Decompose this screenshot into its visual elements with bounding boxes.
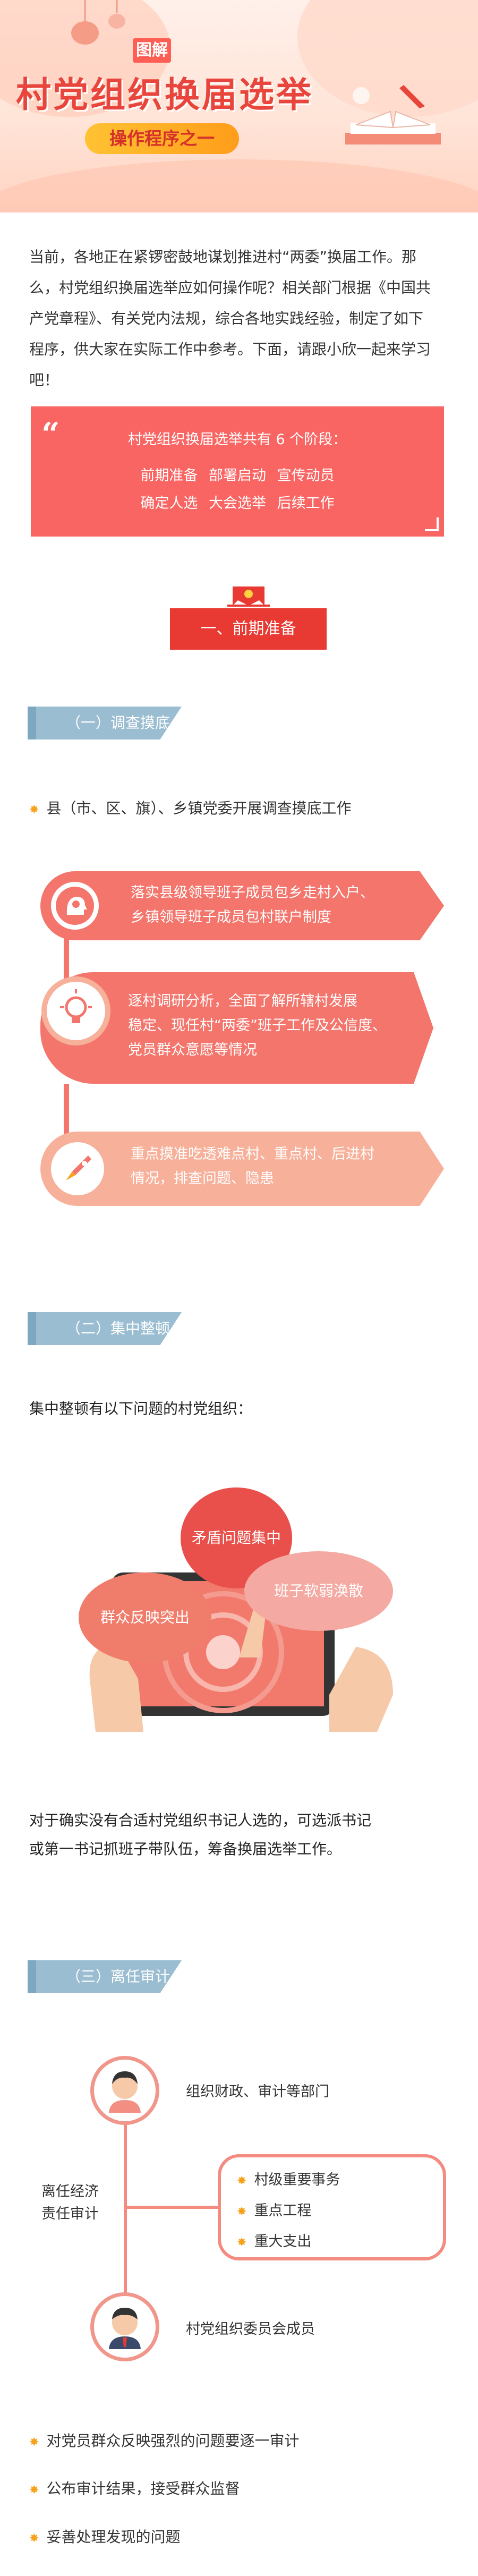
intro-line: 程序，供大家在实际工作中参考。下面，请跟小欣一起来学习 [29, 341, 431, 358]
intro-line: 吧！ [29, 371, 59, 389]
intro-line: 产党章程》、有关党内法规，综合各地实践经验，制定了如下 [29, 310, 424, 327]
audit-top-label: 组织财政、审计等部门 [186, 2084, 329, 2100]
section-header-prep: 一、前期准备 [170, 608, 327, 650]
intro-paragraph: 当前，各地正在紧锣密鼓地谋划推进村“两委”换届工作。那 么，村党组织换届选举应如… [29, 242, 454, 396]
subsection-tab-survey: （一）调查摸底 [28, 707, 182, 739]
party-emblem-icon [227, 586, 270, 607]
star-bullet-icon: ✸ [237, 2236, 247, 2249]
subsection-tab-audit: （三）离任审计 [28, 1960, 182, 1993]
audit-item: ✸ 村级重要事务 [237, 2172, 340, 2188]
gear-head-icon [46, 877, 104, 935]
subsection-tab-rectify: （二）集中整顿 [28, 1312, 182, 1345]
audit-connector [124, 2206, 219, 2209]
audit-left-label: 离任经济 责任审计 [41, 2183, 99, 2222]
rectify-paragraph: 对于确实没有合适村党组织书记人选的，可选派书记 或第一书记抓班子带队伍，筹备换届… [29, 1812, 372, 1858]
intro-line: 当前，各地正在紧锣密鼓地谋划推进村“两委”换届工作。那 [29, 248, 417, 266]
quote-corner-icon [425, 517, 439, 531]
audit-bullet: ✸ 公布审计结果，接受群众监督 [29, 2480, 240, 2497]
star-bullet-icon: ✸ [29, 2532, 39, 2545]
audit-item: ✸ 重点工程 [237, 2203, 312, 2219]
rectify-intro: 集中整顿有以下问题的村党组织： [29, 1400, 253, 1417]
star-bullet-icon: ✸ [29, 2436, 39, 2449]
stages-row: 确定人选 大会选举 后续工作 [140, 495, 335, 512]
audit-item: ✸ 重大支出 [237, 2233, 312, 2250]
banner-badge: 图解 [133, 38, 171, 63]
page-title: 村党组织换届选举 [16, 74, 313, 115]
stages-title: 村党组织换届选举共有 6 个阶段： [127, 431, 347, 448]
star-bullet-icon: ✸ [29, 803, 39, 817]
audit-items-box: ✸ 村级重要事务 ✸ 重点工程 ✸ 重大支出 [218, 2154, 446, 2260]
card-connector [64, 935, 69, 983]
committee-avatar [90, 2292, 159, 2361]
page-subtitle: 操作程序之一 [85, 123, 239, 154]
auditor-avatar [90, 2056, 159, 2125]
audit-bottom-label: 村党组织委员会成员 [186, 2321, 315, 2337]
cloud-complaints: 群众反映突出 [79, 1572, 211, 1663]
intro-line: 么，村党组织换届选举应如何操作呢？相关部门根据《中国共 [29, 279, 431, 296]
audit-bullet: ✸ 对党员群众反映强烈的问题要逐一审计 [29, 2432, 300, 2450]
stages-quote-box: “ 村党组织换届选举共有 6 个阶段： 前期准备 部署启动 宣传动员 确定人选 … [31, 406, 444, 537]
stages-row: 前期准备 部署启动 宣传动员 [140, 467, 335, 484]
lightbulb-icon [41, 976, 110, 1045]
cloud-weak-team: 班子软弱涣散 [244, 1551, 393, 1631]
audit-bullet: ✸ 妥善处理发现的问题 [29, 2528, 181, 2546]
star-bullet-icon: ✸ [29, 2484, 39, 2497]
open-book-icon [345, 85, 441, 144]
banner-bg-blob [0, 159, 478, 212]
lantern-decoration-icon [71, 0, 125, 45]
star-bullet-icon: ✸ [237, 2205, 247, 2218]
star-bullet-icon: ✸ [237, 2174, 247, 2188]
survey-bullet: ✸ 县（市、区、旗）、乡镇党委开展调查摸底工作 [29, 800, 352, 817]
banner: 图解 村党组织换届选举 操作程序之一 [0, 0, 478, 212]
rocket-icon [46, 1137, 109, 1201]
